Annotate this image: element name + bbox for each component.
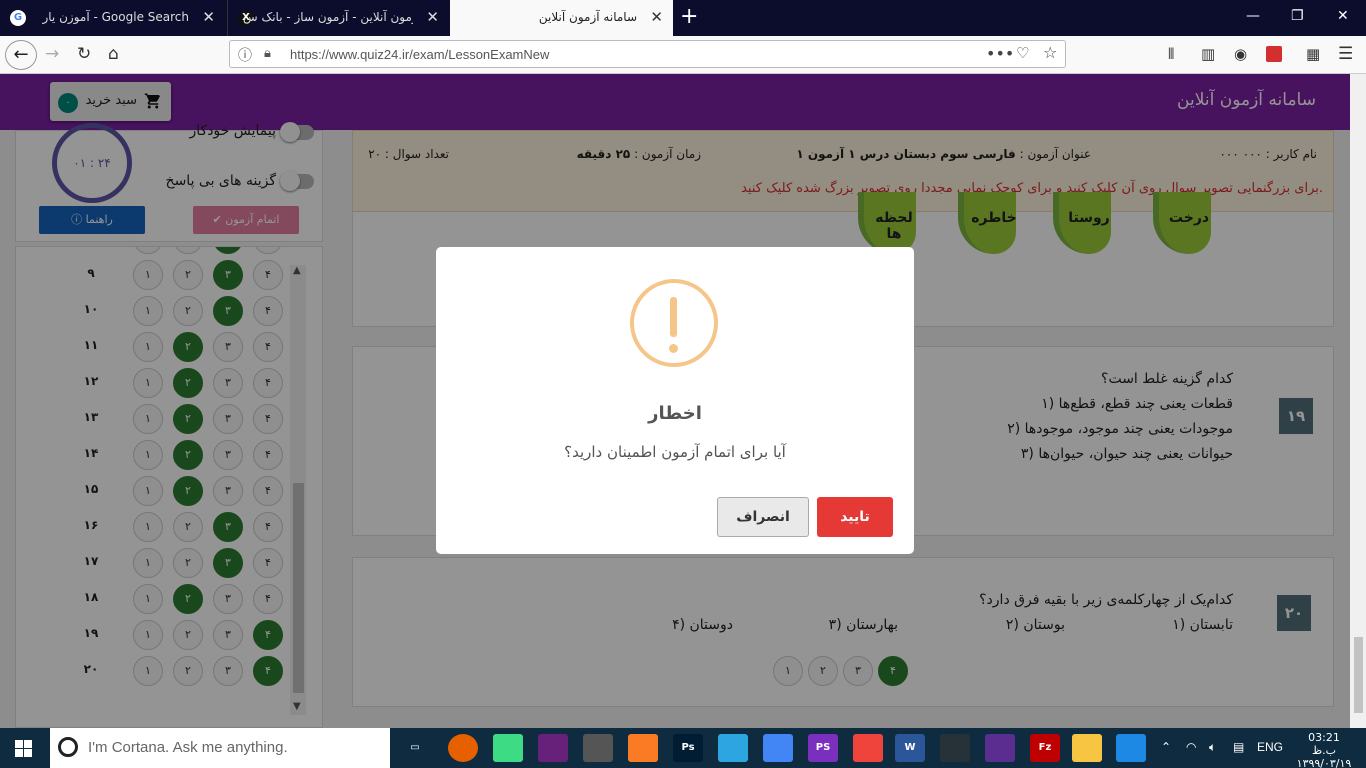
xampp-icon[interactable] <box>628 734 658 762</box>
file-explorer-icon[interactable] <box>1072 734 1102 762</box>
firefox-icon[interactable] <box>448 734 478 762</box>
chrome-icon[interactable] <box>763 734 793 762</box>
volume-icon[interactable]: 🔈︎ <box>1209 740 1216 755</box>
page-scrollbar[interactable] <box>1350 74 1366 728</box>
vs-code-icon[interactable] <box>985 734 1015 762</box>
clock-date: ۱۳۹۹/۰۳/۱۹ <box>1296 757 1352 768</box>
confirm-button[interactable]: تایید <box>817 497 893 537</box>
close-tab-icon[interactable]: ✕ <box>426 8 439 26</box>
window-close-icon[interactable]: ✕ <box>1337 8 1349 24</box>
new-tab-button[interactable]: + <box>680 4 698 29</box>
url-bar[interactable]: ⓘ 🔒︎ https://www.quiz24.ir/exam/LessonEx… <box>229 40 1066 68</box>
close-tab-icon[interactable]: ✕ <box>202 8 215 26</box>
sidebar-icon[interactable]: ▥ <box>1201 45 1215 63</box>
clock[interactable]: 03:21 ب.ظ ۱۳۹۹/۰۳/۱۹ <box>1295 731 1353 768</box>
bookmark-star-icon[interactable]: ☆ <box>1043 43 1057 62</box>
tab-quiz-maker[interactable]: X آزمون آنلاین - آزمون ساز - بانک س ✕ <box>227 0 449 36</box>
library-icon[interactable]: ⫴ <box>1168 45 1174 63</box>
tab-google-search[interactable]: G آموزن یار - Google Search ✕ <box>0 0 225 36</box>
page-scrollbar-thumb[interactable] <box>1354 637 1363 713</box>
cancel-button[interactable]: انصراف <box>717 497 809 537</box>
lock-icon: 🔒︎ <box>264 46 271 61</box>
apps-icon[interactable]: ▦ <box>1306 45 1320 63</box>
photoshop-icon[interactable]: Ps <box>673 734 703 762</box>
dialog-title: اخطار <box>648 403 702 424</box>
restore-icon[interactable]: ❐ <box>1291 8 1304 24</box>
tab-title: آموزن یار - Google Search <box>42 10 189 24</box>
tab-active-exam[interactable]: سامانه آزمون آنلاین ✕ <box>450 0 673 36</box>
forward-arrow-icon[interactable]: → <box>45 45 59 63</box>
confirm-dialog: اخطار آیا برای اتمام آزمون اطمینان دارید… <box>436 247 914 554</box>
word-icon[interactable]: W <box>895 734 925 762</box>
tools-icon[interactable] <box>583 734 613 762</box>
pocket-icon[interactable]: ♡ <box>1016 44 1029 62</box>
account-icon[interactable]: ◉ <box>1234 45 1247 63</box>
anydesk-icon[interactable] <box>853 734 883 762</box>
wifi-icon[interactable]: ◠ <box>1186 740 1196 754</box>
android-studio-icon[interactable] <box>493 734 523 762</box>
windows-start-icon[interactable] <box>15 740 32 757</box>
clock-time: 03:21 ب.ظ <box>1308 731 1340 757</box>
tab-title: آزمون آنلاین - آزمون ساز - بانک س <box>243 10 413 24</box>
telegram-icon[interactable] <box>718 734 748 762</box>
cortana-icon <box>58 737 78 757</box>
cortana-placeholder: I'm Cortana. Ask me anything. <box>88 739 288 756</box>
minimize-icon[interactable]: — <box>1246 8 1260 24</box>
info-icon[interactable]: ⓘ <box>238 45 252 65</box>
close-tab-icon[interactable]: ✕ <box>650 8 663 26</box>
task-view-icon[interactable]: ▭ <box>400 734 430 762</box>
windows-taskbar: I'm Cortana. Ask me anything. ▭ Ps PS W Fz ⌃… <box>0 728 1366 768</box>
visual-studio-icon[interactable] <box>538 734 568 762</box>
paint-icon[interactable] <box>1116 734 1146 762</box>
back-arrow-icon[interactable]: ← <box>5 40 37 70</box>
url-text: https://www.quiz24.ir/exam/LessonExamNew <box>290 47 550 62</box>
filezilla-icon[interactable]: Fz <box>1030 734 1060 762</box>
reload-icon[interactable]: ↻ <box>77 45 91 63</box>
extension-icon[interactable] <box>1266 46 1282 62</box>
warning-icon <box>630 279 718 367</box>
more-actions-icon[interactable]: ••• <box>986 44 1014 63</box>
dialog-message: آیا برای اتمام آزمون اطمینان دارید؟ <box>564 443 786 461</box>
cortana-search-box[interactable]: I'm Cortana. Ask me anything. <box>50 728 390 768</box>
phpstorm-icon[interactable]: PS <box>808 734 838 762</box>
chevron-up-icon[interactable]: ⌃ <box>1161 740 1171 754</box>
browser-tab-bar: G آموزن یار - Google Search ✕ X آزمون آن… <box>0 0 1366 36</box>
tab-title: سامانه آزمون آنلاین <box>538 10 637 24</box>
menu-icon[interactable]: ☰ <box>1338 45 1353 63</box>
home-icon[interactable]: ⌂ <box>108 45 119 63</box>
language-indicator[interactable]: ENG <box>1257 740 1283 754</box>
notification-icon[interactable]: ▤ <box>1233 740 1244 754</box>
shield-icon[interactable] <box>940 734 970 762</box>
